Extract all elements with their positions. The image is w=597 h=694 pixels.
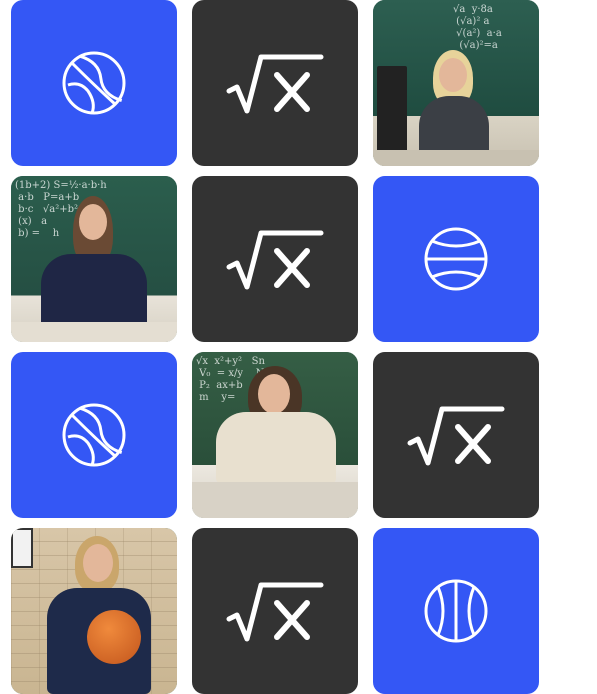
card-photo-teacher[interactable] bbox=[11, 528, 177, 694]
square-root-x-icon bbox=[226, 582, 324, 642]
card-square-root[interactable] bbox=[192, 0, 358, 166]
square-root-x-icon bbox=[407, 406, 505, 466]
teacher-photo: √x x²+y² Sn V₀ = x/y Nₐ P₂ ax+b SH m y= … bbox=[192, 352, 358, 518]
square-root-x-icon bbox=[226, 230, 324, 290]
card-basketball[interactable] bbox=[373, 176, 539, 342]
basketball-icon bbox=[424, 579, 488, 643]
card-basketball[interactable] bbox=[11, 0, 177, 166]
card-photo-teacher[interactable]: √a y·8a (√a)² a √(a²) a·a (√a)²=a bbox=[373, 0, 539, 166]
teacher-photo bbox=[11, 528, 177, 694]
card-photo-teacher[interactable]: √x x²+y² Sn V₀ = x/y Nₐ P₂ ax+b SH m y= … bbox=[192, 352, 358, 518]
card-square-root[interactable] bbox=[192, 528, 358, 694]
card-square-root[interactable] bbox=[373, 352, 539, 518]
basketball-icon bbox=[62, 51, 126, 115]
square-root-x-icon bbox=[226, 54, 324, 114]
teacher-photo: √a y·8a (√a)² a √(a²) a·a (√a)²=a bbox=[373, 0, 539, 166]
teacher-photo: (1b+2) S=½·a·b·h a·b P=a+b b·c √a²+b² (x… bbox=[11, 176, 177, 342]
basketball-icon bbox=[424, 227, 488, 291]
basketball-icon bbox=[62, 403, 126, 467]
card-square-root[interactable] bbox=[192, 176, 358, 342]
card-basketball[interactable] bbox=[11, 352, 177, 518]
memory-card-grid: √a y·8a (√a)² a √(a²) a·a (√a)²=a (1b+2)… bbox=[11, 0, 539, 694]
card-basketball[interactable] bbox=[373, 528, 539, 694]
card-photo-teacher[interactable]: (1b+2) S=½·a·b·h a·b P=a+b b·c √a²+b² (x… bbox=[11, 176, 177, 342]
